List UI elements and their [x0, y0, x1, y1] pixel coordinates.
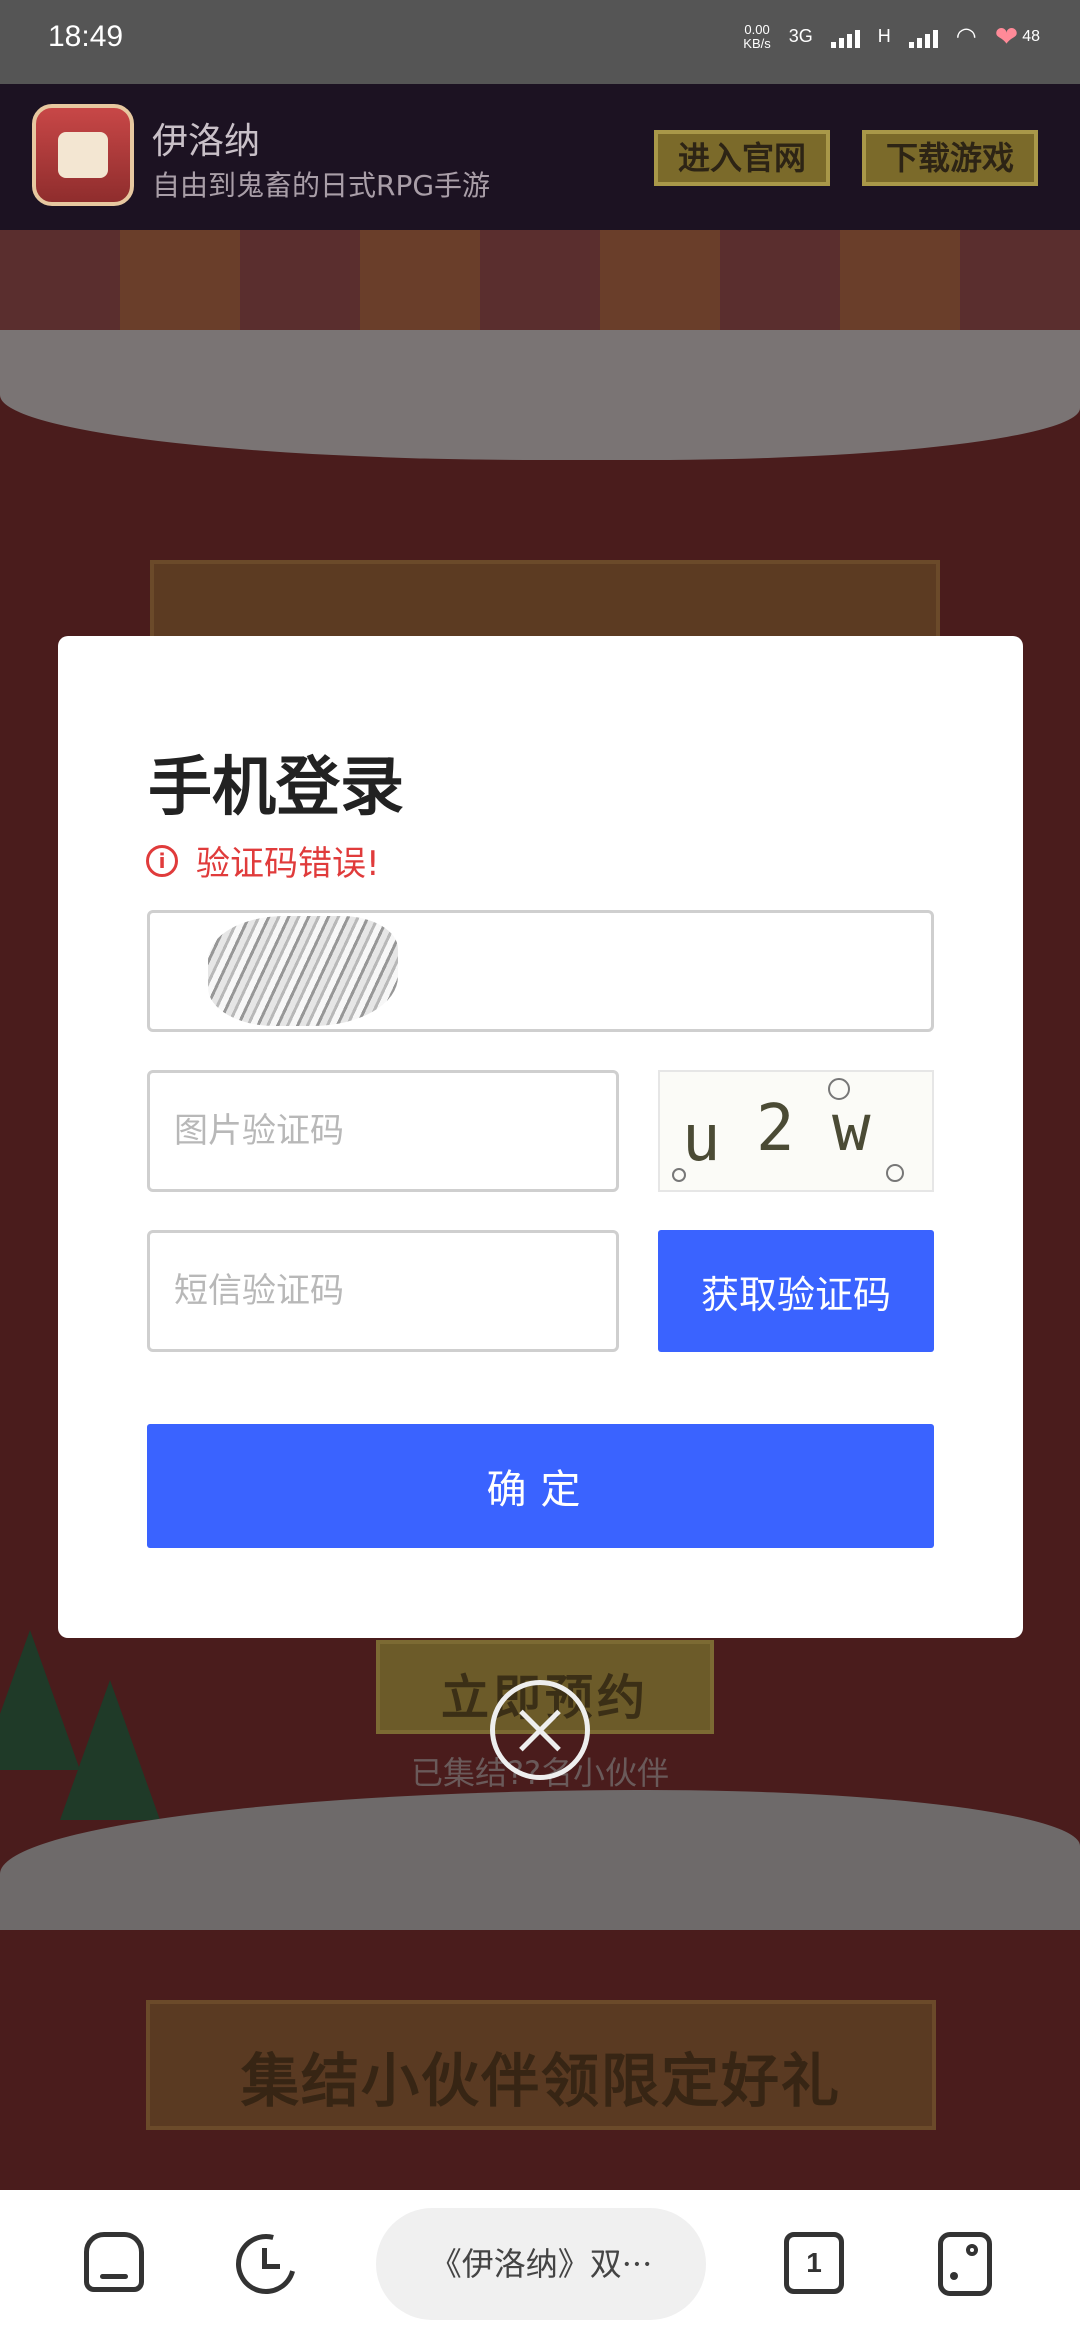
reward-banner-label: 集结小伙伴领限定好礼 — [240, 2047, 841, 2115]
menu-icon[interactable] — [932, 2230, 1000, 2298]
network-h-label: H — [877, 26, 891, 46]
status-time: 18:49 — [48, 20, 124, 53]
captcha-char: u — [682, 1102, 721, 1176]
modal-title: 手机登录 — [148, 751, 404, 825]
get-code-button[interactable]: 获取验证码 — [658, 1230, 934, 1352]
snow-decoration — [0, 330, 1080, 460]
error-row: i 验证码错误! — [146, 836, 380, 885]
status-icons: 0.00 KB/s 3G H ◠ ❤ 48 — [743, 20, 1040, 53]
redaction-scribble — [208, 916, 398, 1026]
net-speed-value: 0.00 — [744, 21, 770, 37]
status-bar: 18:49 0.00 KB/s 3G H ◠ ❤ 48 — [0, 0, 1080, 84]
address-bar[interactable]: 《伊洛纳》双··· — [376, 2208, 706, 2320]
error-message: 验证码错误! — [196, 844, 380, 884]
captcha-char: w — [832, 1092, 871, 1166]
app-name: 伊洛纳 — [152, 121, 261, 162]
captcha-noise — [828, 1078, 850, 1100]
tabs-icon[interactable]: 1 — [780, 2230, 848, 2298]
app-logo-icon[interactable] — [32, 104, 134, 206]
app-banner: 伊洛纳 自由到鬼畜的日式RPG手游 进入官网 下载游戏 — [0, 84, 1080, 230]
festival-decoration — [0, 230, 1080, 340]
confirm-button[interactable]: 确定 — [147, 1424, 934, 1548]
signal-icon — [830, 26, 860, 48]
battery-heart-icon: ❤ — [994, 21, 1019, 52]
captcha-image[interactable]: u 2 w — [658, 1070, 934, 1192]
battery-level: 48 — [1022, 27, 1040, 45]
reward-banner: 集结小伙伴领限定好礼 — [146, 2000, 936, 2130]
tab-count: 1 — [784, 2232, 844, 2294]
signal-icon-2 — [908, 26, 938, 48]
app-description: 自由到鬼畜的日式RPG手游 — [152, 169, 491, 202]
snow-decoration-bottom — [0, 1790, 1080, 1930]
captcha-noise — [886, 1164, 904, 1182]
wifi-icon: ◠ — [955, 23, 977, 50]
download-game-button[interactable]: 下载游戏 — [862, 130, 1039, 186]
history-icon[interactable] — [225, 2223, 307, 2305]
sms-code-input[interactable] — [147, 1230, 619, 1352]
close-modal-icon[interactable] — [490, 1680, 590, 1780]
net-speed-unit: KB/s — [743, 35, 771, 51]
info-icon: i — [146, 844, 178, 877]
image-captcha-input[interactable] — [147, 1070, 619, 1192]
captcha-noise — [672, 1168, 686, 1182]
net-speed: 0.00 KB/s — [743, 21, 771, 51]
captcha-char: 2 — [756, 1092, 795, 1166]
official-site-button[interactable]: 进入官网 — [654, 130, 831, 186]
network-3g-label: 3G — [788, 26, 813, 46]
phone-login-modal: 手机登录 i 验证码错误! u 2 w 获取验证码 确定 — [58, 636, 1023, 1638]
home-icon[interactable] — [80, 2230, 148, 2298]
